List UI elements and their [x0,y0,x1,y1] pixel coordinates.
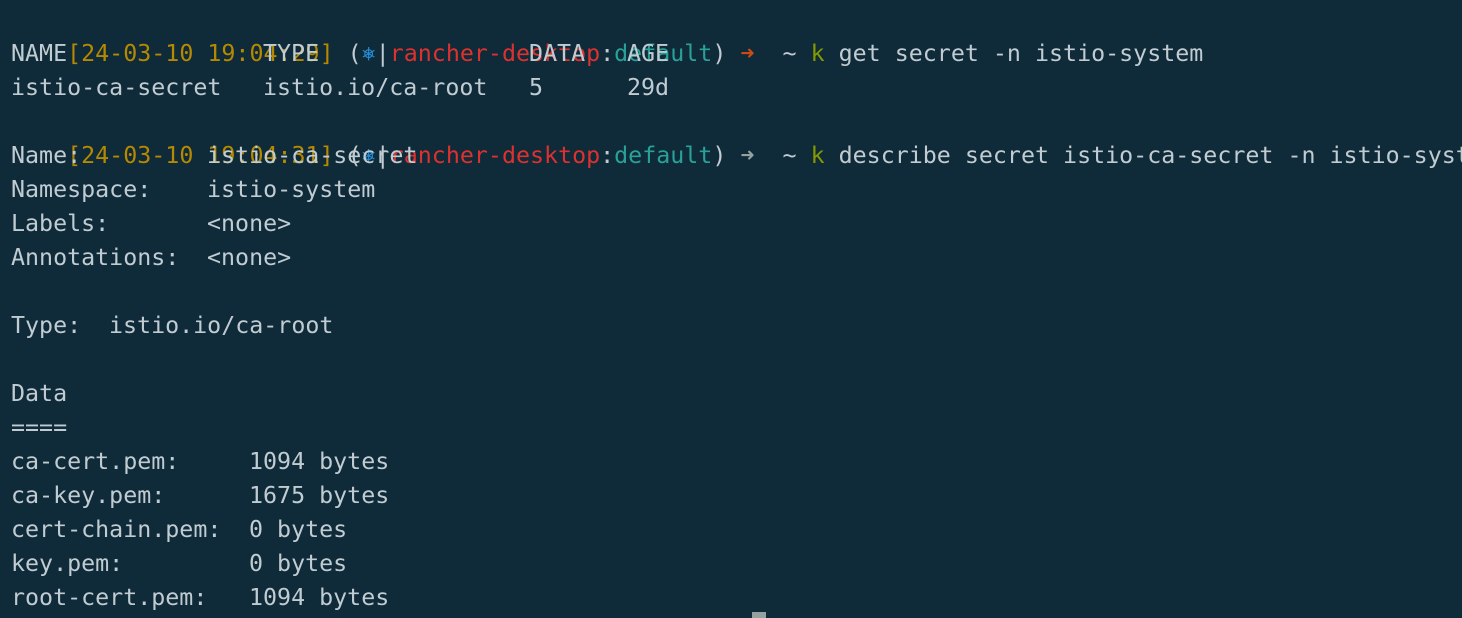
command-name: k [810,40,825,67]
field-value: <none> [207,244,292,271]
prompt-arrow-icon: ➜ [740,40,755,67]
type-value: istio.io/ca-root [109,312,334,339]
prompt-cwd: ~ [782,142,797,169]
data-value: 1675 bytes [249,482,390,509]
describe-field: Annotations: <none> [11,241,1462,275]
data-key: key.pem: [11,550,124,577]
describe-field: Labels: <none> [11,207,1462,241]
prompt-close-paren: ) [712,40,727,67]
field-value: <none> [207,210,292,237]
column-header-name: NAME [11,40,68,67]
data-item: ca-key.pem: 1675 bytes [11,479,1462,513]
data-item: root-cert.pem: 1094 bytes [11,581,1462,615]
column-header-data: DATA [529,40,586,67]
field-value: istio-ca-secret [207,142,418,169]
data-heading: Data [11,380,68,407]
kube-context: rancher-desktop [389,142,601,169]
data-value: 0 bytes [249,550,348,577]
data-item: key.pem: 0 bytes [11,547,1462,581]
data-item: ca-cert.pem: 1094 bytes [11,445,1462,479]
prompt-colon: : [600,142,615,169]
column-header-type: TYPE [263,40,320,67]
data-key: ca-key.pem: [11,482,166,509]
table-row: istio-ca-secret istio.io/ca-root 5 29d [11,71,1462,105]
column-header-age: AGE [627,40,670,67]
prompt-line: [24-03-10 19:04:31] (⎈|rancher-desktop:d… [11,105,1462,169]
describe-field: Namespace: istio-system [11,173,1462,207]
prompt-line: [24-03-10 19:04:29] (⎈|rancher-desktop:d… [11,3,1462,67]
prompt-cwd: ~ [782,40,797,67]
field-key: Labels: [11,210,110,237]
kube-namespace: default [614,142,713,169]
prompt-close-paren: ) [712,142,727,169]
field-value: istio-system [207,176,376,203]
text-cursor [752,612,766,618]
data-key: root-cert.pem: [11,584,208,611]
data-key: ca-cert.pem: [11,448,180,475]
cell-name: istio-ca-secret [11,74,222,101]
data-value: 0 bytes [249,516,348,543]
data-rule: ==== [11,414,68,441]
type-key: Type: [11,312,82,339]
prompt-arrow-icon: ➜ [740,142,755,169]
terminal-window[interactable]: [24-03-10 19:04:29] (⎈|rancher-desktop:d… [0,0,1462,618]
data-item: cert-chain.pem: 0 bytes [11,513,1462,547]
data-value: 1094 bytes [249,584,390,611]
cell-data: 5 [529,74,544,101]
field-key: Annotations: [11,244,180,271]
describe-type: Type: istio.io/ca-root [11,309,1462,343]
field-key: Name: [11,142,82,169]
cell-type: istio.io/ca-root [263,74,488,101]
command-args: get secret -n istio-system [838,40,1204,67]
command-name: k [810,142,825,169]
command-args: describe secret istio-ca-secret -n istio… [838,142,1462,169]
cell-age: 29d [627,74,670,101]
field-key: Namespace: [11,176,152,203]
data-value: 1094 bytes [249,448,390,475]
data-key: cert-chain.pem: [11,516,222,543]
